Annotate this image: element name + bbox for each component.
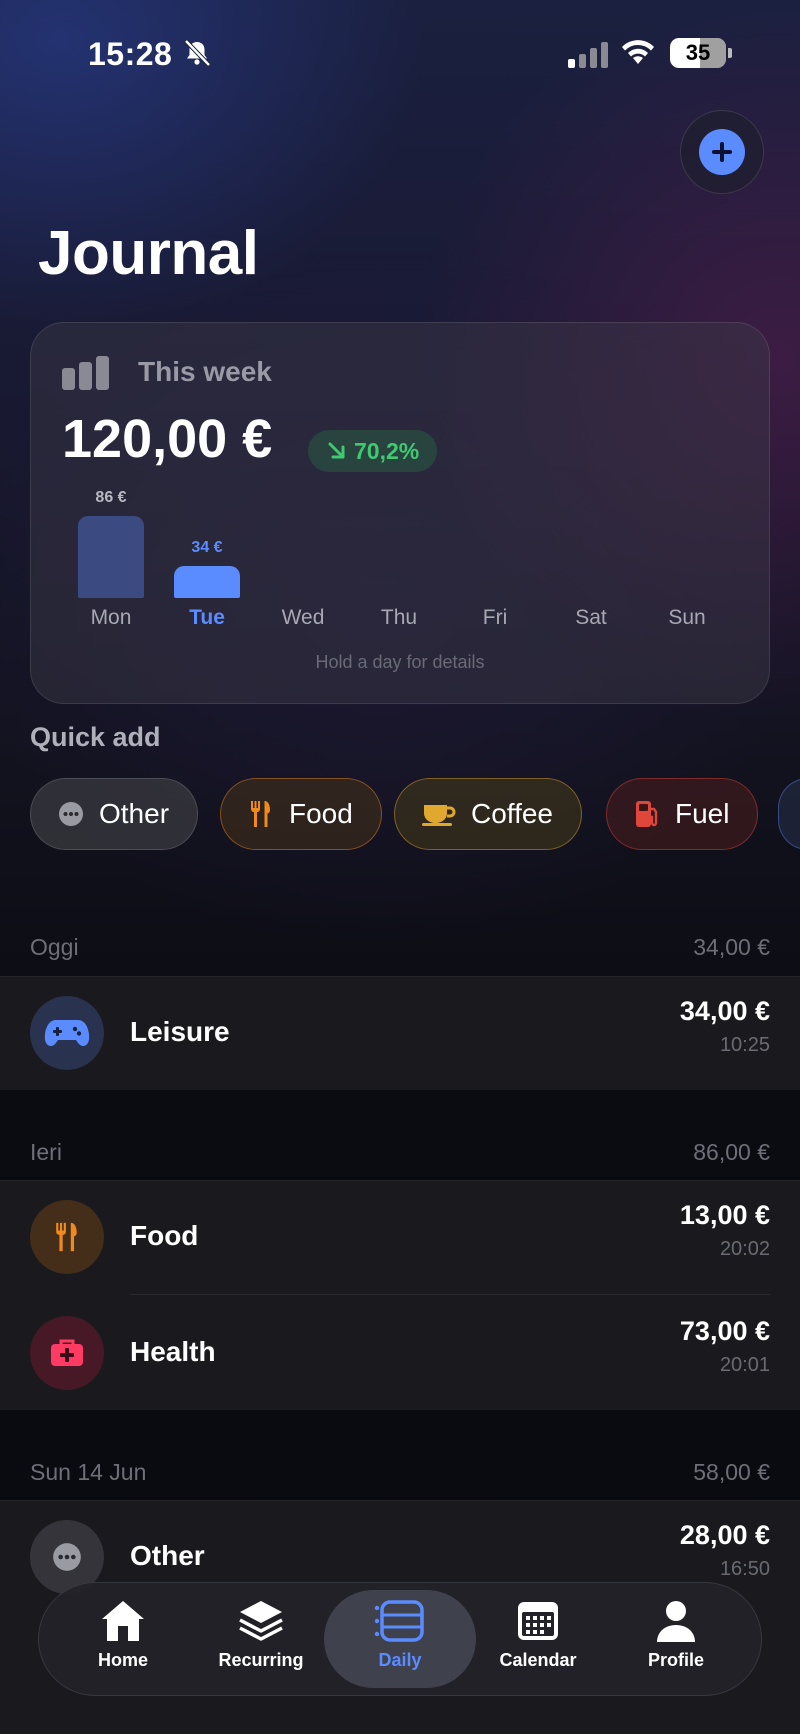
transaction-amount: 13,00 € [679, 1200, 770, 1230]
tab-recurring[interactable]: Recurring [201, 1598, 321, 1684]
chart-hint: Hold a day for details [315, 652, 485, 672]
arrow-down-right-icon [328, 442, 345, 459]
transaction-time: 20:02 [719, 1238, 770, 1260]
section-title: Sun 14 Jun [30, 1459, 147, 1485]
coffee-cup-icon [421, 800, 457, 828]
calendar-icon [518, 1602, 558, 1640]
chart-bar-tue[interactable] [174, 566, 240, 598]
chip-label: Other [99, 798, 170, 829]
bell-muted-icon [184, 39, 211, 67]
chart-day-label[interactable]: Mon [66, 606, 156, 630]
chart-day-label[interactable]: Tue [162, 606, 252, 630]
transaction-time: 10:25 [719, 1034, 770, 1056]
page-title: Journal [38, 219, 259, 288]
bar-chart-icon [62, 356, 109, 390]
transaction-name: Other [130, 1540, 205, 1571]
transaction-name: Health [130, 1336, 216, 1367]
section-title: Oggi [30, 934, 79, 960]
more-icon [57, 800, 85, 828]
chip-label: Fuel [675, 798, 730, 829]
chart-day-label[interactable]: Fri [450, 606, 540, 630]
week-delta-value: 70,2% [354, 437, 420, 464]
tab-label: Home [97, 1650, 148, 1670]
section-total: 86,00 € [693, 1139, 770, 1165]
chart-day-label[interactable]: Thu [354, 606, 444, 630]
section-total: 34,00 € [693, 934, 770, 960]
section-header-date: Sun 14 Jun 58,00 € [30, 1459, 770, 1486]
tab-calendar[interactable]: Calendar [478, 1598, 598, 1684]
fork-knife-icon [247, 800, 275, 828]
chart-day-label[interactable]: Sat [546, 606, 636, 630]
add-entry-button[interactable] [680, 110, 764, 194]
tab-home[interactable]: Home [63, 1598, 183, 1684]
chart-bar-value-label: 34 € [191, 539, 223, 556]
medical-kit-icon [30, 1316, 104, 1390]
section-header-today: Oggi 34,00 € [30, 934, 770, 961]
plus-icon [712, 142, 732, 162]
transaction-amount: 34,00 € [679, 996, 770, 1026]
row-divider [130, 1294, 770, 1295]
transaction-name: Leisure [130, 1016, 230, 1047]
fork-knife-icon [30, 1200, 104, 1274]
chip-label: Food [289, 798, 353, 829]
quick-add-fuel[interactable]: Fuel [606, 778, 759, 850]
transaction-time: 20:01 [719, 1354, 770, 1376]
transaction-row[interactable]: Food 13,00 € 20:02 [0, 1180, 800, 1294]
transaction-amount: 28,00 € [679, 1520, 770, 1550]
chart-day-label[interactable]: Sun [642, 606, 732, 630]
week-delta-badge: 70,2% [308, 430, 438, 472]
quick-add-title: Quick add [30, 722, 161, 752]
section-total: 58,00 € [693, 1459, 770, 1485]
transaction-row[interactable]: Health 73,00 € 20:01 [0, 1296, 800, 1410]
chart-bar-value-label: 86 € [95, 489, 127, 506]
section-title: Ieri [30, 1139, 62, 1165]
fuel-pump-icon [633, 800, 661, 828]
wifi-icon [622, 40, 654, 64]
quick-add-coffee[interactable]: Coffee [394, 778, 582, 850]
tab-label: Daily [378, 1650, 422, 1670]
transaction-row[interactable]: Leisure 34,00 € 10:25 [0, 976, 800, 1090]
tab-label: Calendar [499, 1650, 577, 1670]
gamepad-icon [30, 996, 104, 1070]
signal-icon [568, 42, 608, 68]
chart-day-label[interactable]: Wed [258, 606, 348, 630]
week-label: This week [138, 356, 272, 387]
tab-daily[interactable]: Daily [340, 1598, 460, 1684]
transaction-time: 16:50 [719, 1558, 770, 1580]
tab-label: Profile [647, 1650, 704, 1670]
list-icon [374, 1600, 424, 1642]
week-total: 120,00 € [62, 409, 273, 469]
tab-label: Recurring [218, 1650, 304, 1670]
transaction-amount: 73,00 € [679, 1316, 770, 1346]
chip-label: Coffee [471, 798, 553, 829]
person-icon [657, 1601, 695, 1642]
quick-add-food[interactable]: Food [220, 778, 382, 850]
status-time: 15:28 [88, 36, 173, 72]
chart-bar-mon[interactable] [78, 516, 144, 598]
tab-profile[interactable]: Profile [616, 1598, 736, 1684]
transaction-name: Food [130, 1220, 199, 1251]
layers-icon [239, 1601, 283, 1641]
section-header-yesterday: Ieri 86,00 € [30, 1139, 770, 1166]
home-icon [102, 1601, 144, 1641]
battery-level: 35 [685, 40, 711, 65]
quick-add-other[interactable]: Other [30, 778, 199, 850]
battery-indicator: 35 [670, 38, 732, 68]
